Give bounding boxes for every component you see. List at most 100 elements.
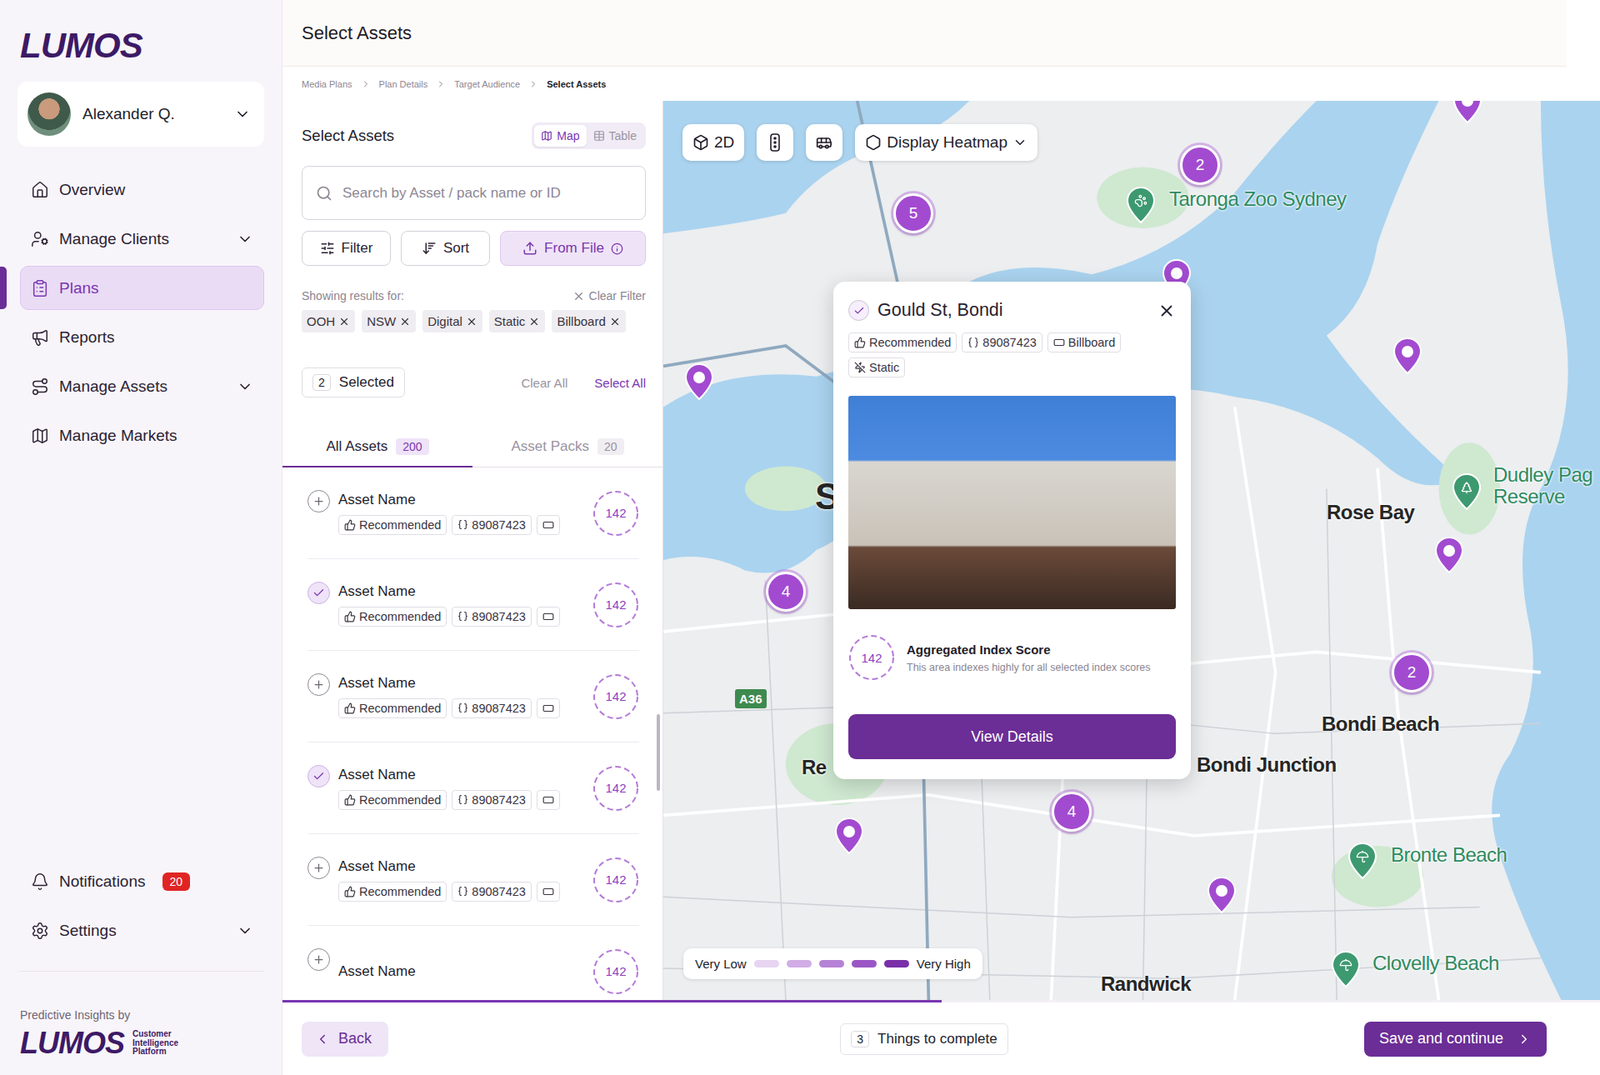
logo[interactable]: LUMOS	[20, 28, 265, 64]
house-icon	[30, 180, 50, 200]
thumbs-up-icon	[344, 610, 356, 623]
tab[interactable]: All Assets200	[282, 427, 473, 468]
view-mode-button[interactable]: 2D	[682, 124, 745, 161]
breadcrumb[interactable]: Target Audience	[454, 79, 520, 90]
asset-pin[interactable]	[834, 816, 865, 855]
x-icon[interactable]	[338, 315, 350, 328]
cluster-marker[interactable]: 4	[765, 571, 806, 612]
asset-pin[interactable]	[1434, 535, 1465, 575]
asset-tags: Recommended89087423	[338, 881, 585, 902]
poi-pin[interactable]	[1125, 185, 1156, 225]
filter-button[interactable]: Filter	[301, 230, 391, 266]
x-icon[interactable]	[399, 315, 411, 328]
poi-pin[interactable]	[1330, 950, 1361, 989]
clear-filter[interactable]: Clear Filter	[572, 289, 646, 303]
todo-counter[interactable]: 3Things to complete	[840, 1023, 1008, 1055]
x-icon[interactable]	[528, 315, 540, 328]
map[interactable]: 2DDisplay HeatmapRose BayBondi BeachBond…	[663, 100, 1600, 1000]
save-button[interactable]: Save and continue	[1364, 1021, 1547, 1057]
tab-count: 20	[597, 438, 625, 455]
select-toggle[interactable]	[307, 581, 330, 605]
cluster-marker[interactable]: 4	[1051, 791, 1092, 832]
filter-chip[interactable]: Billboard	[551, 310, 625, 333]
cluster-marker[interactable]: 5	[893, 193, 934, 234]
cluster-marker[interactable]: 2	[1180, 145, 1220, 185]
x-icon[interactable]	[609, 315, 621, 328]
select-all[interactable]: Select All	[594, 375, 646, 390]
filter-chip[interactable]: OOH	[301, 310, 355, 333]
back-button[interactable]: Back	[301, 1021, 389, 1057]
braces-icon	[457, 794, 469, 805]
user-card[interactable]: Alexander Q.	[17, 81, 265, 147]
sidebar-item[interactable]: Notifications20	[20, 859, 265, 904]
tag: Static	[848, 357, 905, 378]
asset-row[interactable]: Asset NameRecommended89087423142	[307, 467, 640, 560]
billboard-icon	[542, 885, 555, 898]
select-toggle[interactable]	[307, 765, 330, 788]
map-pin-icon	[1452, 100, 1483, 125]
file-button[interactable]: From File	[500, 230, 646, 266]
sidebar-item[interactable]: Manage Assets	[20, 364, 265, 409]
tag	[536, 881, 560, 902]
poi-pin[interactable]	[1451, 472, 1482, 511]
tag-label: 89087423	[471, 518, 526, 532]
breadcrumb[interactable]: Media Plans	[301, 79, 353, 90]
tag: 89087423	[451, 881, 532, 902]
filter-chip[interactable]: NSW	[361, 310, 416, 333]
asset-pin[interactable]	[1392, 336, 1423, 375]
sort-button[interactable]: Sort	[400, 230, 490, 266]
tab-label: All Assets	[325, 438, 388, 455]
sidebar-item[interactable]: Manage Clients	[20, 216, 265, 261]
asset-pin[interactable]	[684, 362, 715, 401]
asset-row[interactable]: Asset NameRecommended89087423142	[307, 742, 640, 835]
scrollbar-thumb[interactable]	[656, 714, 660, 791]
filter-chip[interactable]: Digital	[422, 310, 483, 333]
select-toggle[interactable]	[307, 673, 330, 696]
score-ring: 142	[592, 581, 640, 629]
transit-button[interactable]	[805, 124, 843, 161]
clear-all[interactable]: Clear All	[520, 375, 568, 390]
view-toggle-item[interactable]: Map	[534, 125, 586, 147]
sidebar-item[interactable]: Overview	[20, 167, 265, 212]
tab[interactable]: Asset Packs20	[472, 427, 663, 468]
asset-row[interactable]: Asset NameRecommended89087423142	[307, 650, 640, 743]
sidebar-divider	[20, 970, 265, 972]
asset-row[interactable]: Asset Name 142	[307, 925, 640, 1000]
poi-pin[interactable]	[1347, 841, 1378, 880]
cube-icon	[692, 134, 710, 151]
tag: Billboard	[1047, 332, 1121, 353]
sidebar-item[interactable]: Manage Markets	[20, 413, 265, 458]
select-toggle[interactable]	[307, 856, 330, 880]
poi-label-line: Taronga Zoo Sydney	[1169, 188, 1346, 210]
view-details-button[interactable]: View Details	[848, 714, 1176, 760]
sidebar-item[interactable]: Settings	[20, 908, 265, 953]
asset-pin[interactable]	[1206, 875, 1237, 915]
bell-icon	[30, 872, 50, 891]
sidebar-item[interactable]: Plans	[20, 265, 265, 310]
search-box[interactable]	[301, 165, 646, 220]
select-toggle[interactable]	[307, 490, 330, 513]
poi-pin-icon	[1125, 185, 1156, 225]
breadcrumb[interactable]: Plan Details	[379, 79, 429, 90]
heatmap-dropdown[interactable]: Display Heatmap	[855, 124, 1038, 161]
asset-pin[interactable]	[1452, 100, 1483, 125]
chevron-right-icon	[528, 79, 539, 90]
cluster-marker[interactable]: 2	[1391, 652, 1432, 693]
select-toggle[interactable]	[307, 948, 330, 971]
search-input[interactable]	[340, 184, 632, 203]
plus-icon	[312, 495, 325, 508]
asset-row[interactable]: Asset NameRecommended89087423142	[307, 559, 640, 651]
tabs: All Assets200Asset Packs20	[282, 427, 663, 468]
view-toggle-item[interactable]: Table	[586, 125, 644, 147]
x-icon[interactable]	[465, 315, 478, 328]
asset-body: Asset NameRecommended89087423	[338, 491, 585, 535]
asset-row[interactable]: Asset NameRecommended89087423142	[307, 834, 640, 926]
traffic-button[interactable]	[756, 124, 794, 161]
score-ring: 142	[592, 948, 640, 995]
filter-chip[interactable]: Static	[489, 310, 546, 333]
poi-label-line: Reserve	[1493, 485, 1593, 508]
sidebar-item[interactable]: Reports	[20, 315, 265, 360]
asset-name: Asset Name	[338, 963, 585, 980]
popup-check[interactable]	[848, 300, 870, 321]
close-button[interactable]	[1157, 301, 1176, 320]
